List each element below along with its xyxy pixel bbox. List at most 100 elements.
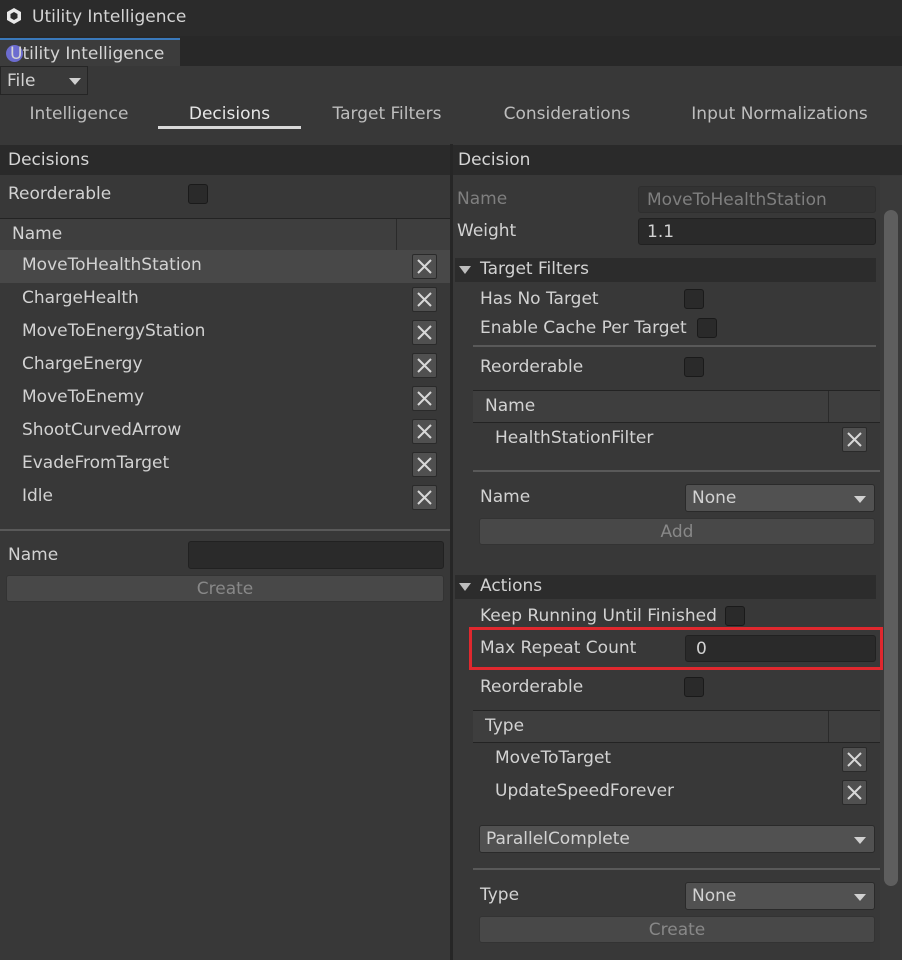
filter-name-label: Name [480, 487, 531, 507]
remove-button[interactable] [842, 747, 867, 772]
chevron-down-icon [854, 837, 866, 844]
list-item[interactable]: MoveToHealthStation [0, 250, 450, 283]
actions-reorderable-checkbox[interactable] [684, 677, 704, 697]
close-icon [847, 785, 862, 800]
tab-target-filters[interactable]: Target Filters [318, 104, 456, 124]
remove-button[interactable] [412, 320, 437, 345]
remove-button[interactable] [412, 287, 437, 312]
target-filters-title: Target Filters [480, 259, 589, 279]
chevron-down-icon [854, 496, 866, 503]
list-item[interactable]: MoveToEnergyStation [0, 316, 450, 349]
foldout-arrow-icon [459, 266, 471, 274]
foldout-arrow-icon [459, 583, 471, 591]
divider [473, 470, 880, 472]
close-icon [417, 292, 432, 307]
remove-button[interactable] [412, 452, 437, 477]
decisions-panel-header: Decisions [0, 145, 450, 175]
main-tabs: Intelligence Decisions Target Filters Co… [0, 96, 902, 144]
create-decision-button[interactable]: Create [6, 575, 444, 602]
new-decision-name-input[interactable] [188, 541, 444, 569]
chevron-down-icon [69, 78, 81, 85]
editor-window-tab-label: Utility Intelligence [10, 44, 165, 64]
unity-logo-icon [7, 8, 21, 24]
add-filter-label: Add [660, 522, 694, 542]
action-item-label: UpdateSpeedForever [495, 781, 675, 801]
name-column-header: Name [12, 224, 63, 244]
action-type-dropdown[interactable]: None [685, 882, 875, 910]
file-menu-button[interactable]: File [0, 66, 88, 95]
action-mode-value: ParallelComplete [486, 829, 630, 849]
keep-running-checkbox[interactable] [725, 606, 745, 626]
action-mode-dropdown[interactable]: ParallelComplete [479, 825, 875, 853]
title-bar: Utility Intelligence [0, 0, 902, 36]
action-item-label: MoveToTarget [495, 748, 612, 768]
filter-name-dropdown-value: None [692, 488, 737, 508]
remove-button[interactable] [412, 485, 437, 510]
enable-cache-checkbox[interactable] [697, 318, 717, 338]
actions-list-header: Type [473, 710, 880, 743]
actions-title: Actions [480, 576, 543, 596]
reorderable-label: Reorderable [8, 184, 112, 204]
list-item[interactable]: UpdateSpeedForever [473, 776, 880, 809]
list-item[interactable]: MoveToTarget [473, 743, 880, 776]
filter-name-dropdown[interactable]: None [685, 484, 875, 512]
keep-running-label: Keep Running Until Finished [480, 606, 717, 626]
tab-input-normalizations[interactable]: Input Normalizations [672, 104, 887, 124]
list-item-label: Idle [22, 486, 53, 506]
list-item[interactable]: ChargeHealth [0, 283, 450, 316]
weight-value: 1.1 [647, 222, 675, 242]
divider [473, 868, 880, 870]
remove-button[interactable] [412, 386, 437, 411]
remove-button[interactable] [412, 419, 437, 444]
decision-name-value: MoveToHealthStation [647, 190, 827, 210]
enable-cache-label: Enable Cache Per Target [480, 318, 687, 338]
filters-reorderable-checkbox[interactable] [684, 357, 704, 377]
create-decision-label: Create [196, 579, 254, 599]
close-icon [417, 391, 432, 406]
reorderable-checkbox[interactable] [188, 184, 208, 204]
new-decision-name-label: Name [8, 545, 59, 565]
tab-decisions[interactable]: Decisions [158, 104, 301, 124]
chevron-down-icon [854, 894, 866, 901]
divider [473, 345, 876, 347]
decision-panel-title: Decision [458, 150, 531, 170]
close-icon [417, 490, 432, 505]
list-item-label: ShootCurvedArrow [22, 420, 182, 440]
has-no-target-label: Has No Target [480, 289, 599, 309]
create-action-label: Create [648, 920, 706, 940]
has-no-target-checkbox[interactable] [684, 289, 704, 309]
weight-input[interactable]: 1.1 [638, 218, 876, 245]
list-item[interactable]: EvadeFromTarget [0, 448, 450, 481]
column-divider[interactable] [828, 391, 829, 422]
close-icon [847, 752, 862, 767]
window-title: Utility Intelligence [32, 7, 187, 27]
decision-panel-header: Decision [453, 145, 902, 175]
remove-button[interactable] [842, 780, 867, 805]
column-divider[interactable] [396, 219, 397, 250]
editor-window-tab[interactable]: Utility Intelligence [0, 38, 180, 68]
tab-considerations[interactable]: Considerations [490, 104, 644, 124]
list-item[interactable]: ShootCurvedArrow [0, 415, 450, 448]
scrollbar-thumb[interactable] [884, 210, 898, 886]
list-item[interactable]: MoveToEnemy [0, 382, 450, 415]
list-item[interactable]: HealthStationFilter [473, 423, 880, 456]
filter-item-label: HealthStationFilter [495, 428, 654, 448]
list-item-label: ChargeHealth [22, 288, 139, 308]
remove-button[interactable] [412, 254, 437, 279]
action-type-label: Type [480, 885, 520, 905]
tab-intelligence[interactable]: Intelligence [14, 104, 144, 124]
panel-divider[interactable] [450, 144, 453, 960]
create-action-button[interactable]: Create [479, 916, 875, 943]
target-filters-foldout[interactable]: Target Filters [455, 258, 876, 282]
list-item[interactable]: Idle [0, 481, 450, 514]
remove-button[interactable] [842, 427, 867, 452]
add-filter-button[interactable]: Add [479, 518, 875, 545]
close-icon [417, 259, 432, 274]
column-divider[interactable] [828, 711, 829, 742]
list-item[interactable]: ChargeEnergy [0, 349, 450, 382]
filters-name-column-header: Name [485, 396, 536, 416]
list-item-label: MoveToEnemy [22, 387, 145, 407]
actions-foldout[interactable]: Actions [455, 575, 876, 599]
decisions-list-header: Name [0, 218, 450, 251]
remove-button[interactable] [412, 353, 437, 378]
